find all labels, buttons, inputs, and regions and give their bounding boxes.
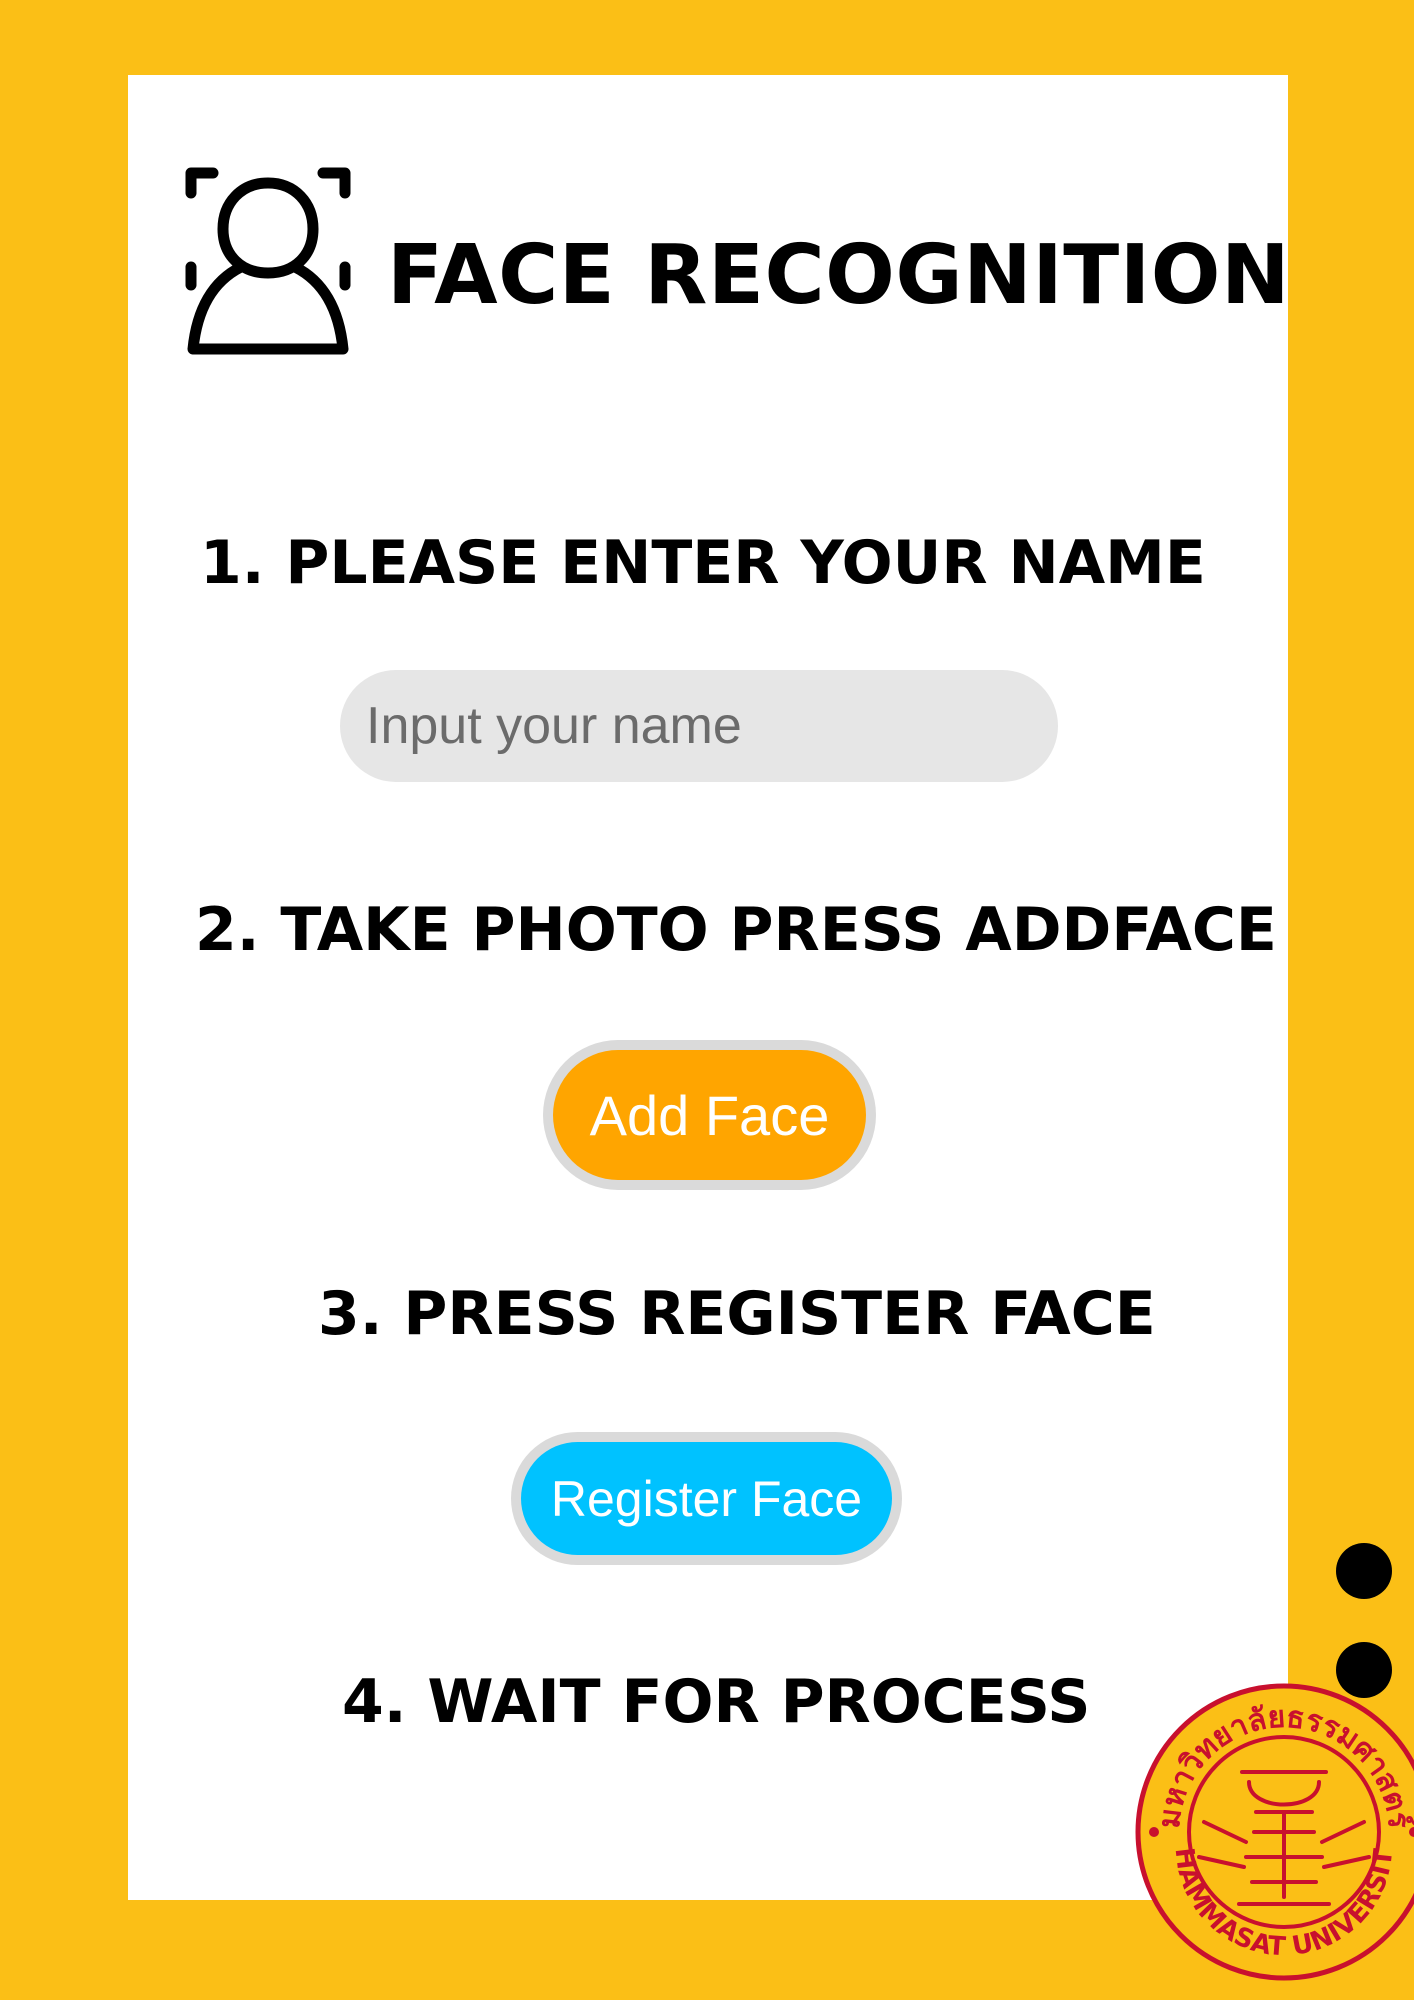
page-title: FACE RECOGNITION	[387, 228, 1291, 323]
register-face-button[interactable]: Register Face	[521, 1442, 892, 1555]
header: FACE RECOGNITION	[183, 163, 1290, 363]
add-face-button[interactable]: Add Face	[553, 1050, 866, 1180]
decorative-dot	[1336, 1543, 1392, 1599]
face-recognition-icon	[185, 167, 351, 355]
add-face-button-frame: Add Face	[543, 1040, 876, 1190]
step-2-label: 2. TAKE PHOTO PRESS ADDFACE	[195, 895, 1277, 965]
university-seal-logo: มหาวิทยาลัยธรรมศาสตร์ THAMMASAT UNIVERSI…	[1134, 1682, 1414, 1981]
step-3-label: 3. PRESS REGISTER FACE	[318, 1279, 1156, 1349]
name-input[interactable]	[340, 670, 1058, 782]
register-face-button-frame: Register Face	[511, 1432, 902, 1565]
step-1-label: 1. PLEASE ENTER YOUR NAME	[200, 528, 1206, 598]
